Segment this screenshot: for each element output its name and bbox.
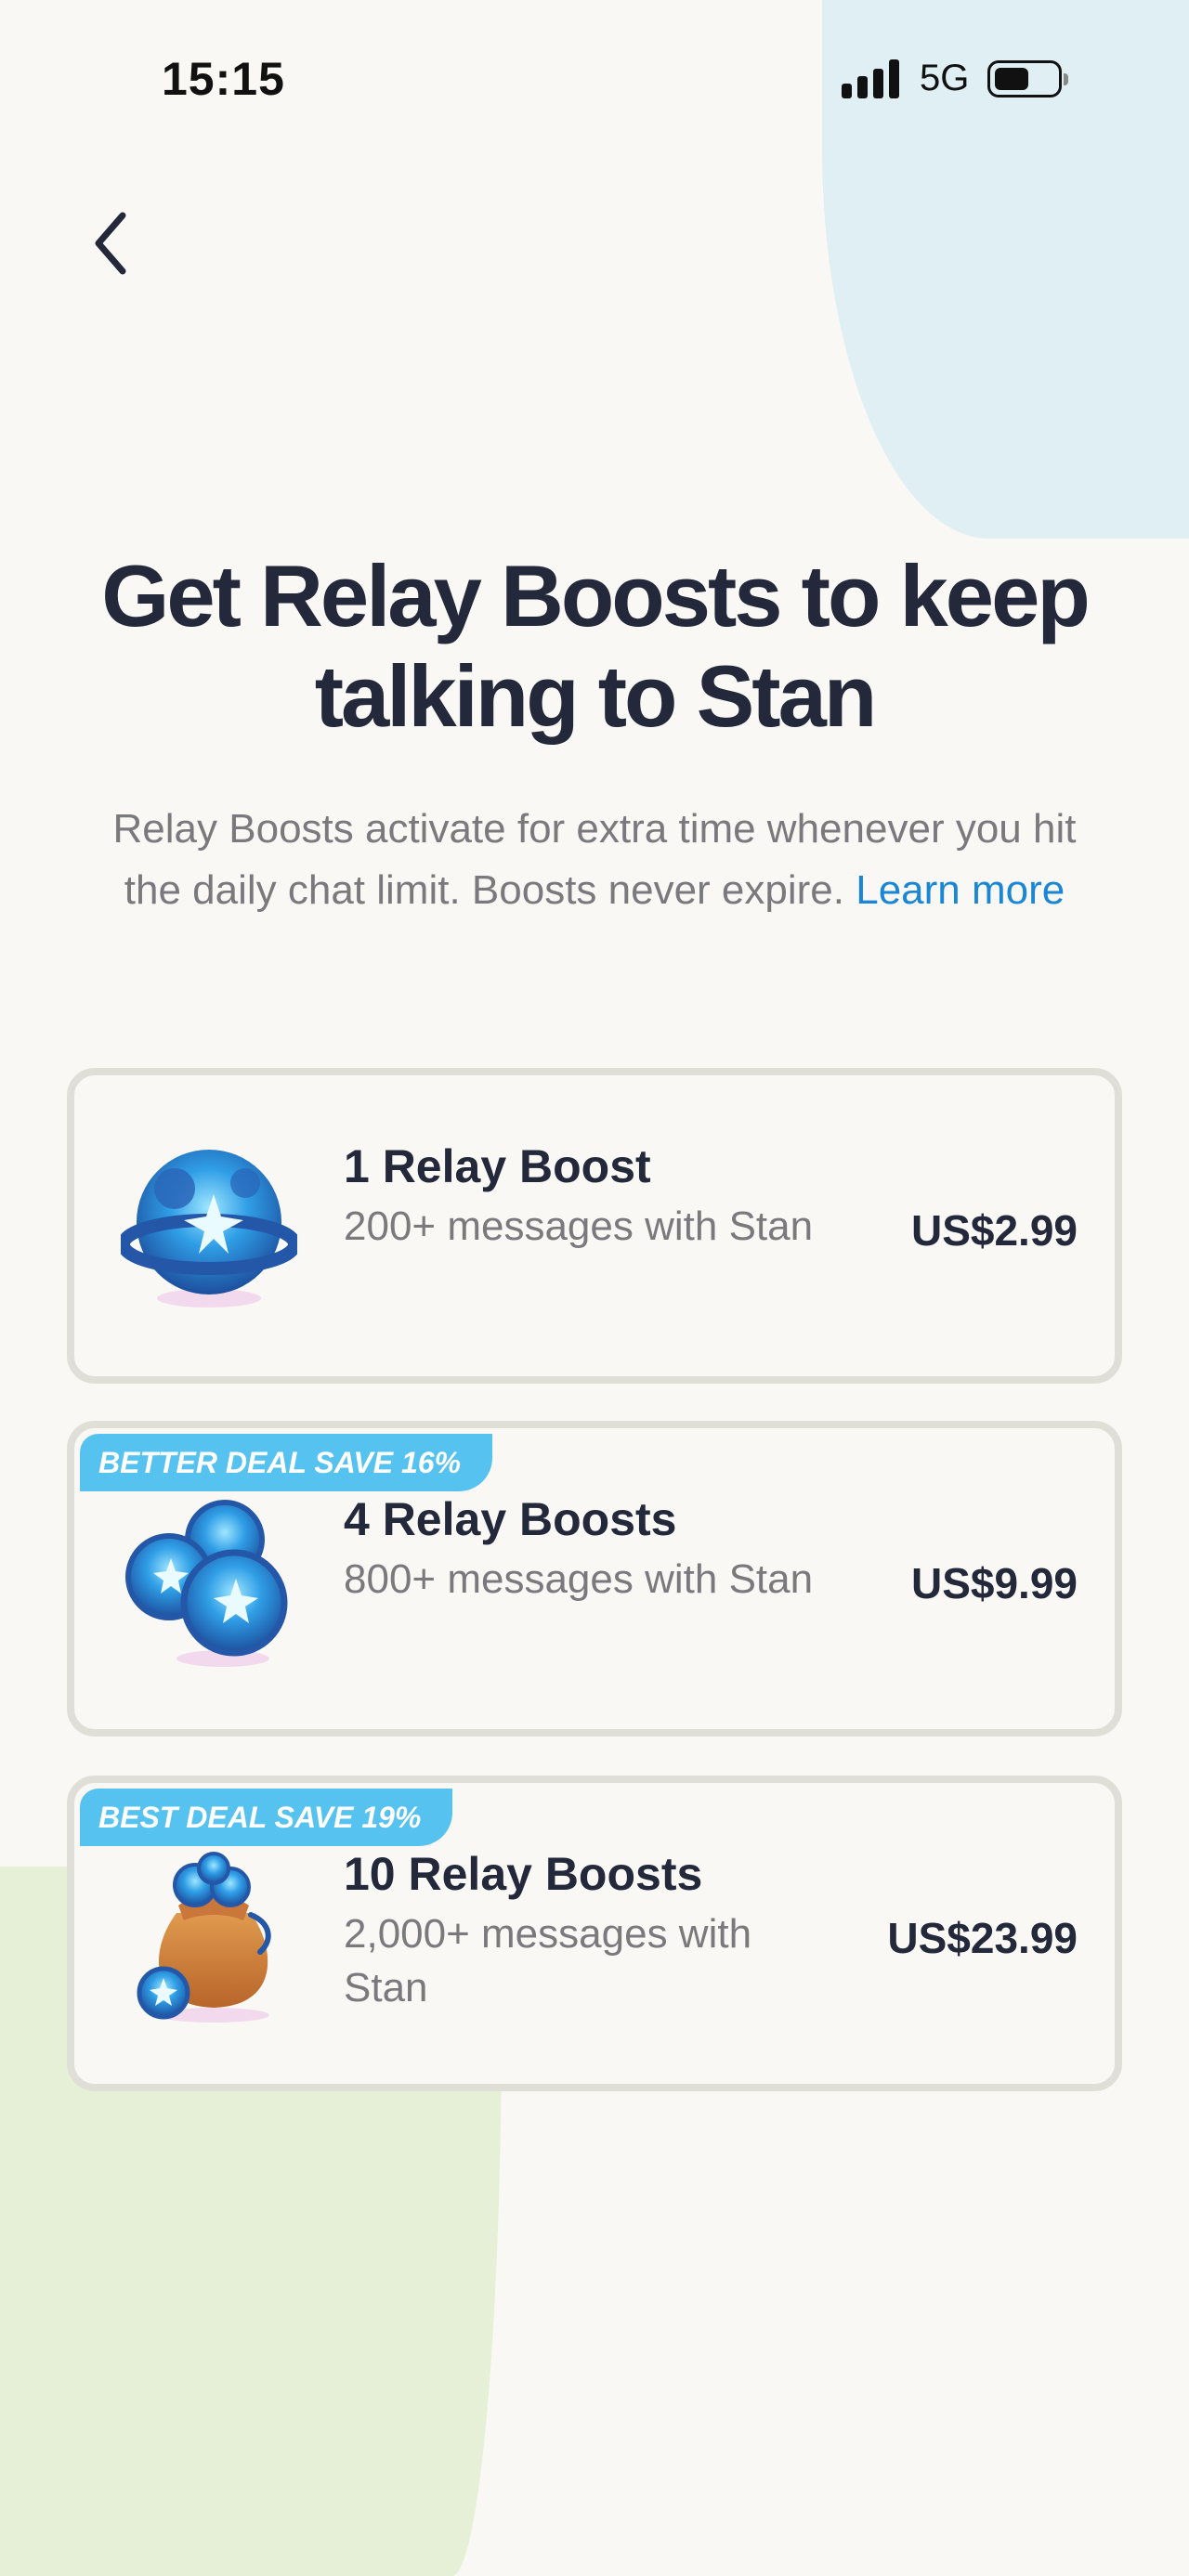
boost-orb-cluster-icon [125,1500,288,1667]
deal-badge: BETTER DEAL SAVE 16% [80,1434,493,1491]
offer-card-10-boosts[interactable]: BEST DEAL SAVE 19% 10 Relay Boosts 2,000… [67,1776,1122,2091]
offer-title: 1 Relay Boost [344,1140,651,1192]
offer-price: US$9.99 [910,1559,1078,1607]
offer-description: 200+ messages with Stan [344,1203,814,1249]
back-button[interactable] [76,197,150,286]
page-subtitle: Relay Boosts activate for extra time whe… [84,799,1105,921]
boost-bag-icon [137,1852,271,2023]
learn-more-link[interactable]: Learn more [856,867,1065,913]
page-title-line-2: talking to Stan [314,647,878,745]
chevron-left-icon [95,212,126,275]
battery-icon [987,59,1069,98]
offer-title: 10 Relay Boosts [344,1848,703,1900]
page-title-line-1: Get Relay Boosts to keep [101,547,1091,644]
offer-card-1-boost[interactable]: 1 Relay Boost 200+ messages with Stan US… [67,1068,1122,1384]
single-boost-orb-icon [121,1150,297,1308]
offer-description: 2,000+ messages with Stan [344,1911,752,2010]
status-indicators: 5G [842,58,1069,99]
offer-title: 4 Relay Boosts [344,1493,677,1545]
offer-details: 4 Relay Boosts 800+ messages with Stan [344,1491,901,1607]
status-bar: 15:15 5G [0,0,1189,158]
offer-description: 800+ messages with Stan [344,1556,814,1602]
offer-price: US$2.99 [910,1206,1078,1255]
cellular-signal-icon [842,59,899,98]
offer-details: 1 Relay Boost 200+ messages with Stan [344,1138,901,1254]
offer-price: US$23.99 [887,1914,1078,1962]
deal-badge: BEST DEAL SAVE 19% [80,1789,453,1846]
offer-card-4-boosts[interactable]: BETTER DEAL SAVE 16% 4 Relay Boosts 800+… [67,1421,1122,1737]
offer-details: 10 Relay Boosts 2,000+ messages with Sta… [344,1846,901,2015]
page-title: Get Relay Boosts to keep talking to Stan [56,546,1133,747]
status-time: 15:15 [162,53,285,105]
network-type: 5G [920,58,970,98]
